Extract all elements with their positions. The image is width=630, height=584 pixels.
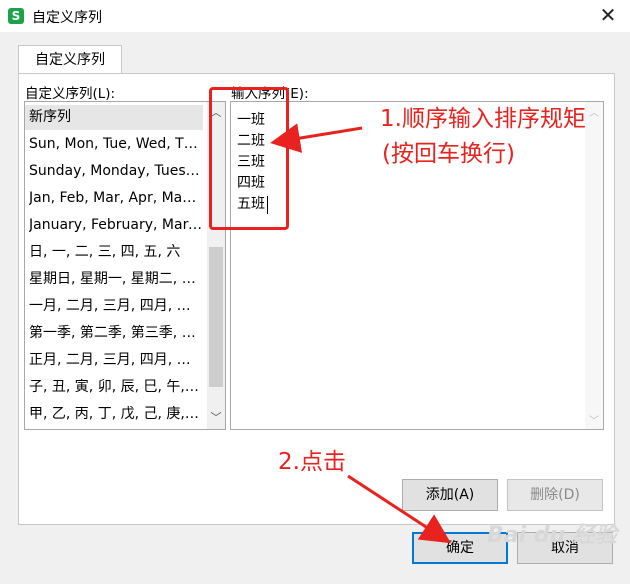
watermark: Bai du 经验 [487,523,617,548]
arrow-to-ok [347,474,452,544]
arrow-to-input [270,123,363,153]
annotation-arrows [270,123,452,544]
